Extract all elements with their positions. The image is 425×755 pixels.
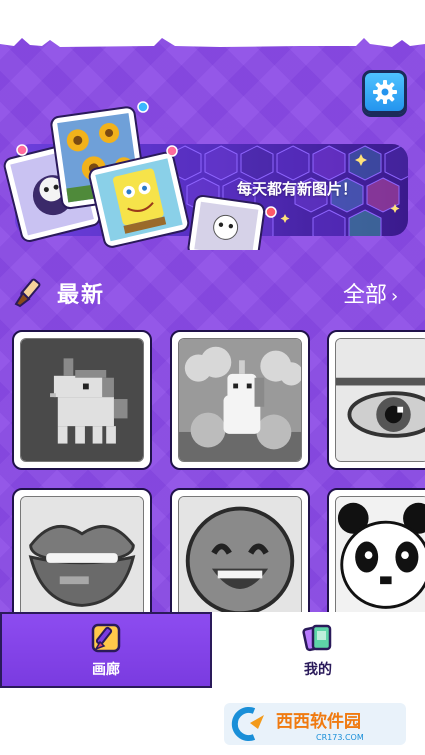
tab-mine-label: 我的	[304, 661, 332, 678]
settings-button[interactable]	[362, 70, 407, 114]
unicorn-cloud-image	[178, 338, 303, 462]
panda-image	[335, 496, 425, 620]
app-screen: 每天都有新图片！ 最新 全部 › 画廊 我的 西西软件园 CR173.COM	[0, 0, 425, 755]
svg-text:CR173.COM: CR173.COM	[316, 733, 364, 742]
gear-icon	[372, 80, 397, 104]
unicorn-pixel-image	[20, 338, 144, 462]
lips-image	[20, 496, 144, 620]
eye-image	[335, 338, 425, 462]
gallery-item-eye[interactable]	[327, 330, 425, 470]
gallery-item-unicorn-cloud[interactable]	[170, 330, 310, 470]
chevron-right-icon: ›	[391, 286, 399, 307]
view-all-link[interactable]: 全部 ›	[343, 277, 398, 309]
banner-text: 每天都有新图片！	[237, 180, 358, 198]
cards-icon	[302, 624, 332, 651]
tab-gallery[interactable]: 画廊	[0, 612, 212, 688]
bottom-tab-bar: 画廊 我的	[0, 612, 425, 688]
gallery-item-panda[interactable]	[327, 488, 425, 628]
gallery-item-unicorn-pixel[interactable]	[12, 330, 152, 470]
gallery-item-smiley-face[interactable]	[170, 488, 310, 628]
view-all-label: 全部	[343, 283, 388, 308]
top-decoration	[0, 0, 425, 47]
watermark-logo: 西西软件园 CR173.COM	[224, 703, 406, 745]
gallery-icon	[91, 623, 121, 652]
smiley-face-image	[178, 496, 302, 620]
gallery-item-lips[interactable]	[12, 488, 152, 628]
paintbrush-icon	[14, 278, 41, 308]
featured-cards-illustration	[3, 101, 277, 250]
tab-mine[interactable]: 我的	[212, 612, 424, 688]
tab-gallery-label: 画廊	[92, 661, 120, 678]
svg-text:西西软件园: 西西软件园	[276, 711, 361, 732]
section-title: 最新	[57, 283, 106, 308]
